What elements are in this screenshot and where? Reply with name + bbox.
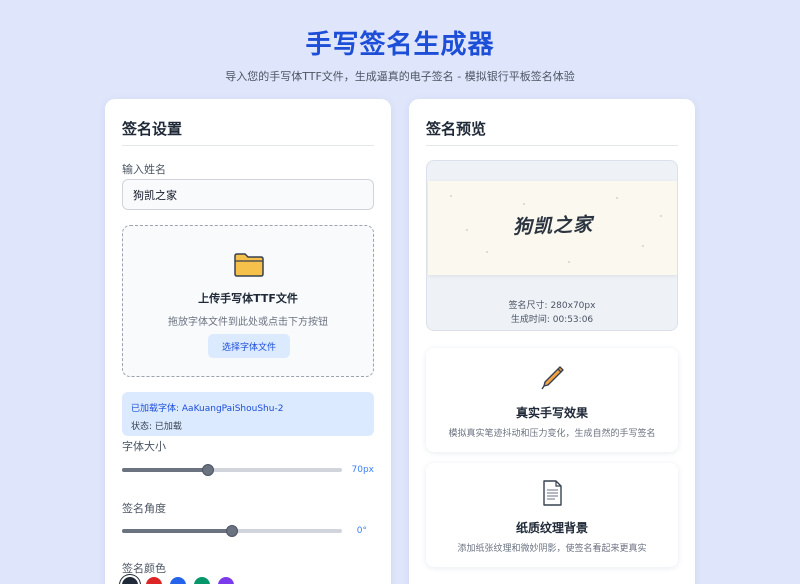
feature-title: 纸质纹理背景 bbox=[515, 521, 588, 535]
generation-time: 生成时间: 00:53:06 bbox=[510, 315, 594, 325]
settings-panel: 签名设置 输入姓名 上传手写体TTF文件 拖放字体文件到此处或点击下方按钮 选择… bbox=[105, 99, 391, 584]
angle-slider-thumb[interactable] bbox=[226, 525, 238, 537]
folder-icon bbox=[234, 253, 264, 277]
page-title: 手写签名生成器 bbox=[305, 30, 495, 60]
color-swatch[interactable] bbox=[170, 577, 186, 584]
color-swatch[interactable] bbox=[194, 577, 210, 584]
angle-slider-fill bbox=[122, 529, 232, 533]
feature-card-handwriting: 真实手写效果 模拟真实笔迹抖动和压力变化，生成自然的手写签名 bbox=[426, 348, 678, 452]
feature-title: 真实手写效果 bbox=[515, 406, 588, 420]
size-slider-thumb[interactable] bbox=[201, 464, 214, 476]
feature-desc: 模拟真实笔迹抖动和压力变化，生成自然的手写签名 bbox=[448, 429, 656, 439]
choose-font-button[interactable]: 选择字体文件 bbox=[208, 334, 290, 358]
name-input[interactable] bbox=[122, 179, 374, 210]
font-status-text: 状态: 已加载 bbox=[131, 422, 182, 432]
name-label: 输入姓名 bbox=[122, 163, 166, 176]
signature-size: 签名尺寸: 280x70px bbox=[508, 301, 596, 311]
color-label: 签名颜色 bbox=[122, 562, 166, 575]
divider bbox=[122, 145, 374, 146]
color-swatch[interactable] bbox=[218, 577, 234, 584]
size-label: 字体大小 bbox=[122, 440, 166, 453]
upload-hint: 拖放字体文件到此处或点击下方按钮 bbox=[168, 317, 328, 328]
color-swatch[interactable] bbox=[122, 577, 138, 584]
pen-icon bbox=[541, 366, 564, 390]
settings-title: 签名设置 bbox=[122, 120, 183, 138]
page-subtitle: 导入您的手写体TTF文件，生成逼真的电子签名 - 模拟银行平板签名体验 bbox=[225, 70, 575, 83]
upload-title: 上传手写体TTF文件 bbox=[198, 292, 298, 305]
preview-panel: 签名预览 狗凯之家 签名尺寸: 280x70px 生成时间: 00:53:06 … bbox=[409, 99, 695, 584]
divider bbox=[426, 145, 678, 146]
angle-label: 签名角度 bbox=[122, 502, 166, 515]
color-swatch[interactable] bbox=[146, 577, 162, 584]
signature-paper: 狗凯之家 bbox=[428, 181, 677, 275]
signature-text: 狗凯之家 bbox=[512, 213, 594, 239]
feature-desc: 添加纸张纹理和微妙阴影，使签名看起来更真实 bbox=[457, 544, 647, 554]
size-slider-fill bbox=[122, 468, 208, 472]
size-value: 70px bbox=[351, 465, 375, 475]
font-dropzone[interactable]: 上传手写体TTF文件 拖放字体文件到此处或点击下方按钮 选择字体文件 bbox=[122, 225, 374, 377]
feature-card-paper: 纸质纹理背景 添加纸张纹理和微妙阴影，使签名看起来更真实 bbox=[426, 463, 678, 567]
signature-preview: 狗凯之家 签名尺寸: 280x70px 生成时间: 00:53:06 bbox=[426, 160, 678, 331]
angle-slider[interactable] bbox=[122, 525, 342, 537]
angle-value: 0° bbox=[356, 526, 367, 536]
loaded-font-text: 已加载字体: AaKuangPaiShouShu-2 bbox=[131, 404, 284, 414]
font-status-box: 已加载字体: AaKuangPaiShouShu-2 状态: 已加载 bbox=[122, 392, 374, 436]
size-slider[interactable] bbox=[122, 464, 342, 476]
preview-title: 签名预览 bbox=[426, 120, 487, 138]
document-icon bbox=[543, 480, 562, 506]
